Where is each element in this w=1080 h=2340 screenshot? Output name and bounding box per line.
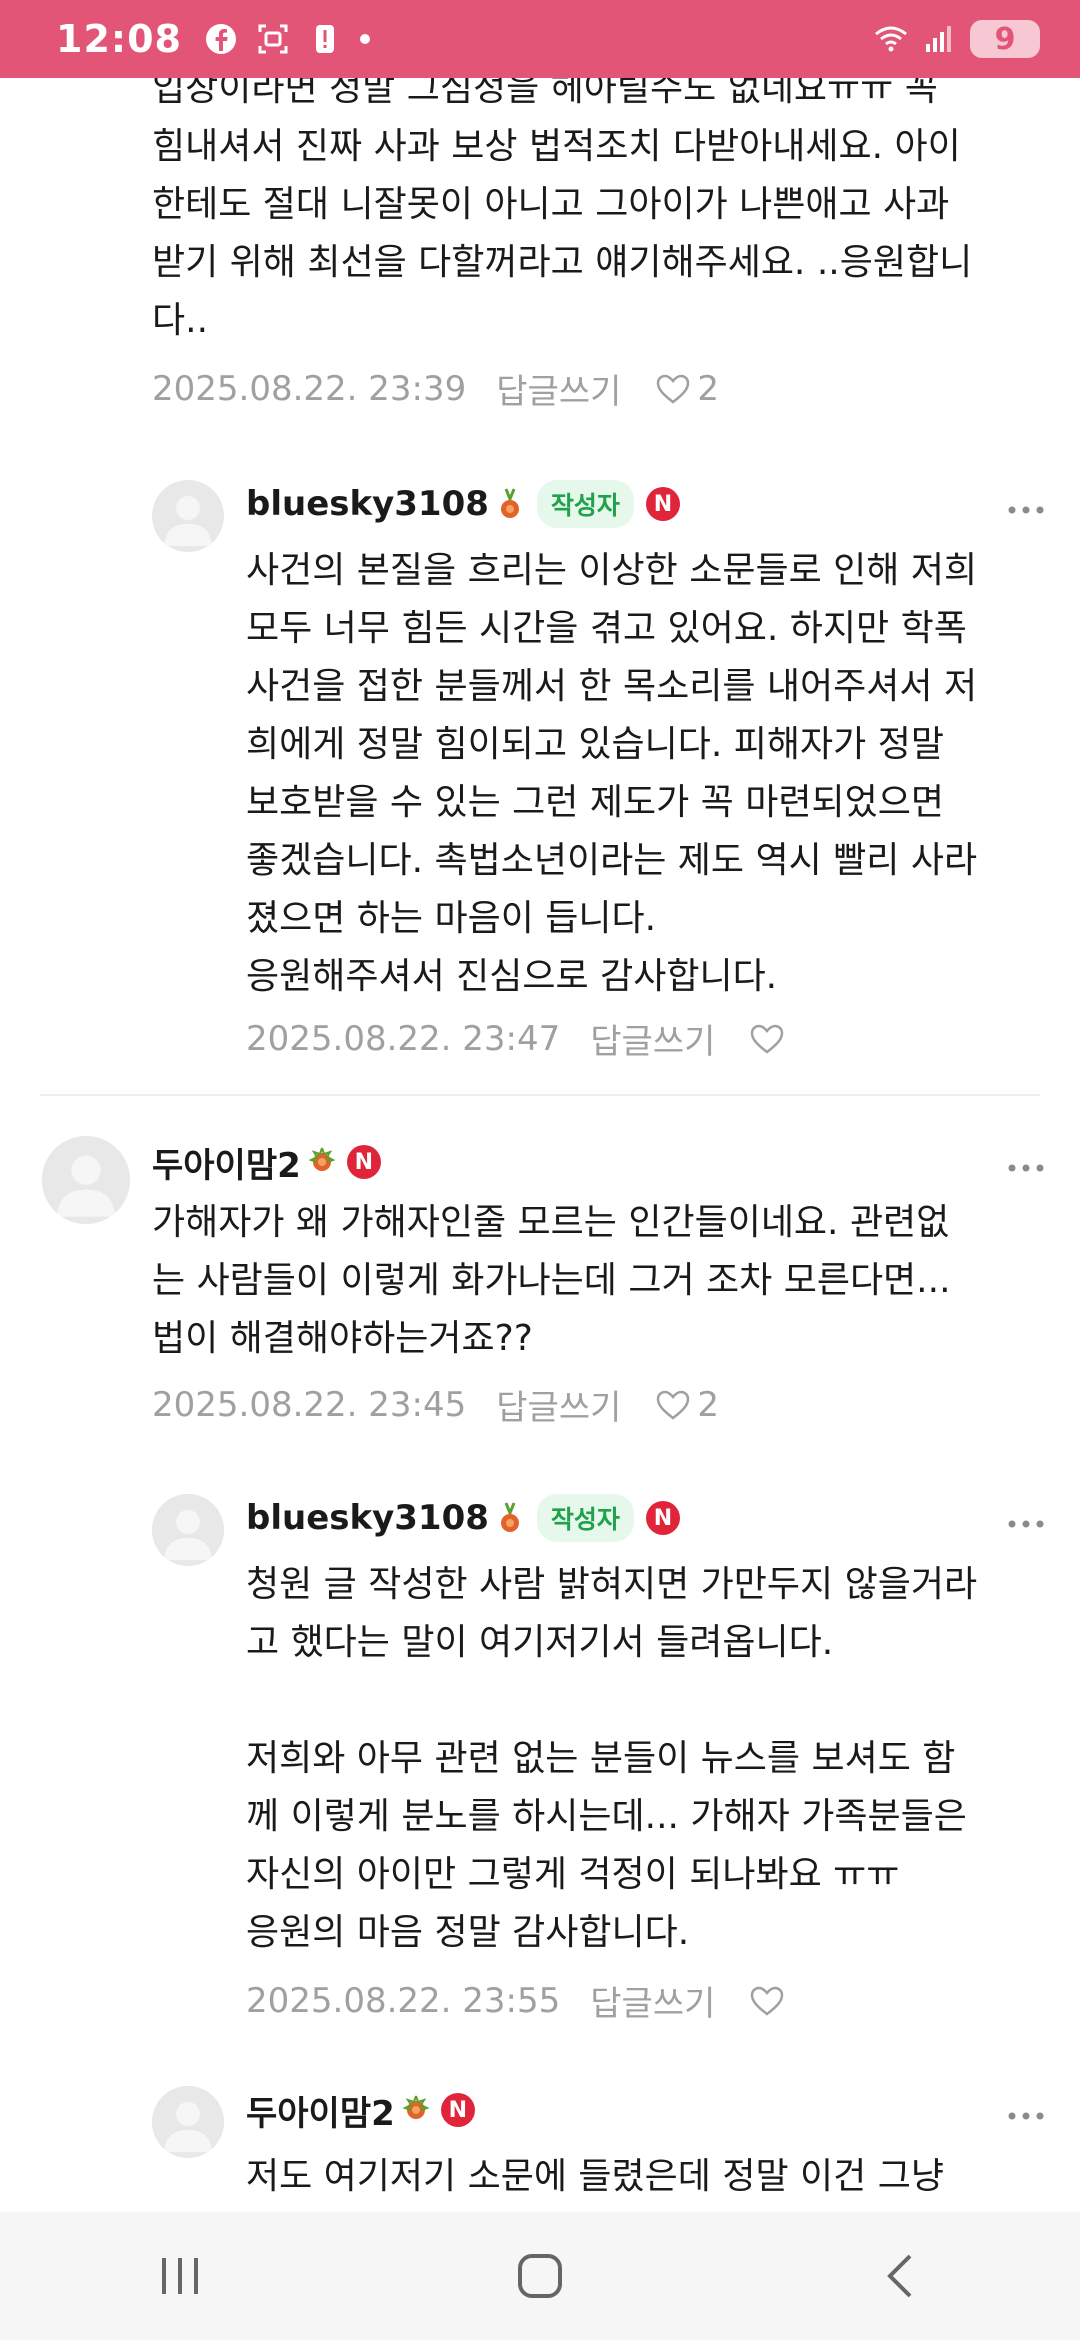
like-button[interactable] <box>749 1985 785 2017</box>
avatar[interactable] <box>152 480 224 552</box>
more-options-button[interactable] <box>1006 2100 1046 2121</box>
comment-header: 두아이맘2 N <box>246 2080 475 2140</box>
comment-date: 2025.08.22. 23:45 <box>152 1384 467 1425</box>
comment-list: 입장이라면 정말 그심정을 헤아릴수도 없네요ㅠㅠ 꼭 힘내셔서 진짜 사과 보… <box>0 78 1080 2212</box>
member-level-icon <box>500 488 519 518</box>
heart-icon <box>657 1390 690 1420</box>
like-count: 2 <box>697 368 720 409</box>
author-nickname[interactable]: 두아이맘2 <box>152 1138 301 1187</box>
more-notifications-dot <box>359 34 370 44</box>
default-user-icon <box>152 480 224 552</box>
back-icon <box>887 2254 912 2298</box>
comment-meta: 2025.08.22. 23:39 답글쓰기 2 <box>152 364 719 413</box>
system-navigation-bar <box>0 2212 1080 2340</box>
status-time: 12:08 <box>56 17 182 61</box>
comment-text: 입장이라면 정말 그심정을 헤아릴수도 없네요ㅠㅠ 꼭 힘내셔서 진짜 사과 보… <box>152 78 973 341</box>
reply-button[interactable]: 답글쓰기 <box>496 1380 621 1429</box>
like-count: 2 <box>697 1384 720 1425</box>
battery-indicator: 9 <box>970 20 1040 58</box>
default-user-icon <box>42 1136 130 1224</box>
more-dots-icon <box>1008 1164 1044 1172</box>
comment-header: bluesky3108 작성자 N <box>246 1488 680 1548</box>
default-user-icon <box>152 1494 224 1566</box>
member-level-icon <box>402 2095 429 2119</box>
avatar[interactable] <box>152 2086 224 2158</box>
reply-button[interactable]: 답글쓰기 <box>496 364 621 413</box>
like-button[interactable]: 2 <box>655 1385 719 1425</box>
default-user-icon <box>152 2086 224 2158</box>
more-dots-icon <box>1008 506 1044 514</box>
member-level-icon <box>500 1502 519 1532</box>
writer-badge: 작성자 <box>536 1494 634 1542</box>
comment-text: 저도 여기저기 소문에 들렸은데 정말 이건 그냥 <box>246 2156 944 2197</box>
comment-header: bluesky3108 작성자 N <box>246 474 680 534</box>
author-nickname[interactable]: bluesky3108 <box>246 1498 489 1538</box>
facebook-icon <box>205 24 236 54</box>
status-bar: 12:08 9 <box>0 0 1080 78</box>
alert-icon <box>315 25 334 53</box>
recent-apps-button[interactable] <box>135 2231 225 2321</box>
heart-icon <box>751 1986 784 2016</box>
more-options-button[interactable] <box>1006 494 1046 515</box>
comment-meta: 2025.08.22. 23:45 답글쓰기 2 <box>152 1380 719 1429</box>
new-badge: N <box>645 487 680 521</box>
comment-text: 가해자가 왜 가해자인줄 모르는 인간들이네요. 관련없 는 사람들이 이렇게 … <box>152 1202 951 1359</box>
more-dots-icon <box>1008 2112 1044 2120</box>
avatar[interactable] <box>152 1494 224 1566</box>
comment-text: 청원 글 작성한 사람 밝혀지면 가만두지 않을거라 고 했다는 말이 여기저기… <box>246 1564 978 1953</box>
signal-icon <box>926 26 951 52</box>
more-options-button[interactable] <box>1006 1508 1046 1529</box>
home-icon <box>518 2254 562 2298</box>
comment-date: 2025.08.22. 23:55 <box>246 1980 561 2021</box>
new-badge: N <box>645 1501 680 1535</box>
recent-apps-icon <box>162 2258 198 2294</box>
notification-icons <box>204 22 370 56</box>
writer-badge: 작성자 <box>536 480 634 528</box>
heart-icon <box>657 374 690 404</box>
avatar[interactable] <box>42 1136 130 1224</box>
new-badge: N <box>346 1145 381 1179</box>
more-options-button[interactable] <box>1006 1152 1046 1173</box>
like-button[interactable]: 2 <box>655 369 719 409</box>
author-nickname[interactable]: 두아이맘2 <box>246 2086 395 2135</box>
more-dots-icon <box>1008 1520 1044 1528</box>
wifi-icon <box>875 26 907 52</box>
new-badge: N <box>440 2093 475 2127</box>
comment-date: 2025.08.22. 23:39 <box>152 368 467 409</box>
reply-button[interactable]: 답글쓰기 <box>590 1014 715 1063</box>
reply-button[interactable]: 답글쓰기 <box>590 1976 715 2025</box>
screenshot-icon <box>258 24 288 54</box>
like-button[interactable] <box>749 1023 785 1055</box>
author-nickname[interactable]: bluesky3108 <box>246 484 489 524</box>
back-button[interactable] <box>855 2231 945 2321</box>
comment-divider <box>40 1094 1040 1096</box>
comment-meta: 2025.08.22. 23:47 답글쓰기 <box>246 1014 785 1063</box>
heart-icon <box>751 1024 784 1054</box>
comment-header: 두아이맘2 N <box>152 1132 381 1192</box>
home-button[interactable] <box>495 2231 585 2321</box>
member-level-icon <box>308 1147 335 1171</box>
comment-text: 사건의 본질을 흐리는 이상한 소문들로 인해 저희 모두 너무 힘든 시간을 … <box>246 550 978 997</box>
comment-date: 2025.08.22. 23:47 <box>246 1018 561 1059</box>
comment-meta: 2025.08.22. 23:55 답글쓰기 <box>246 1976 785 2025</box>
